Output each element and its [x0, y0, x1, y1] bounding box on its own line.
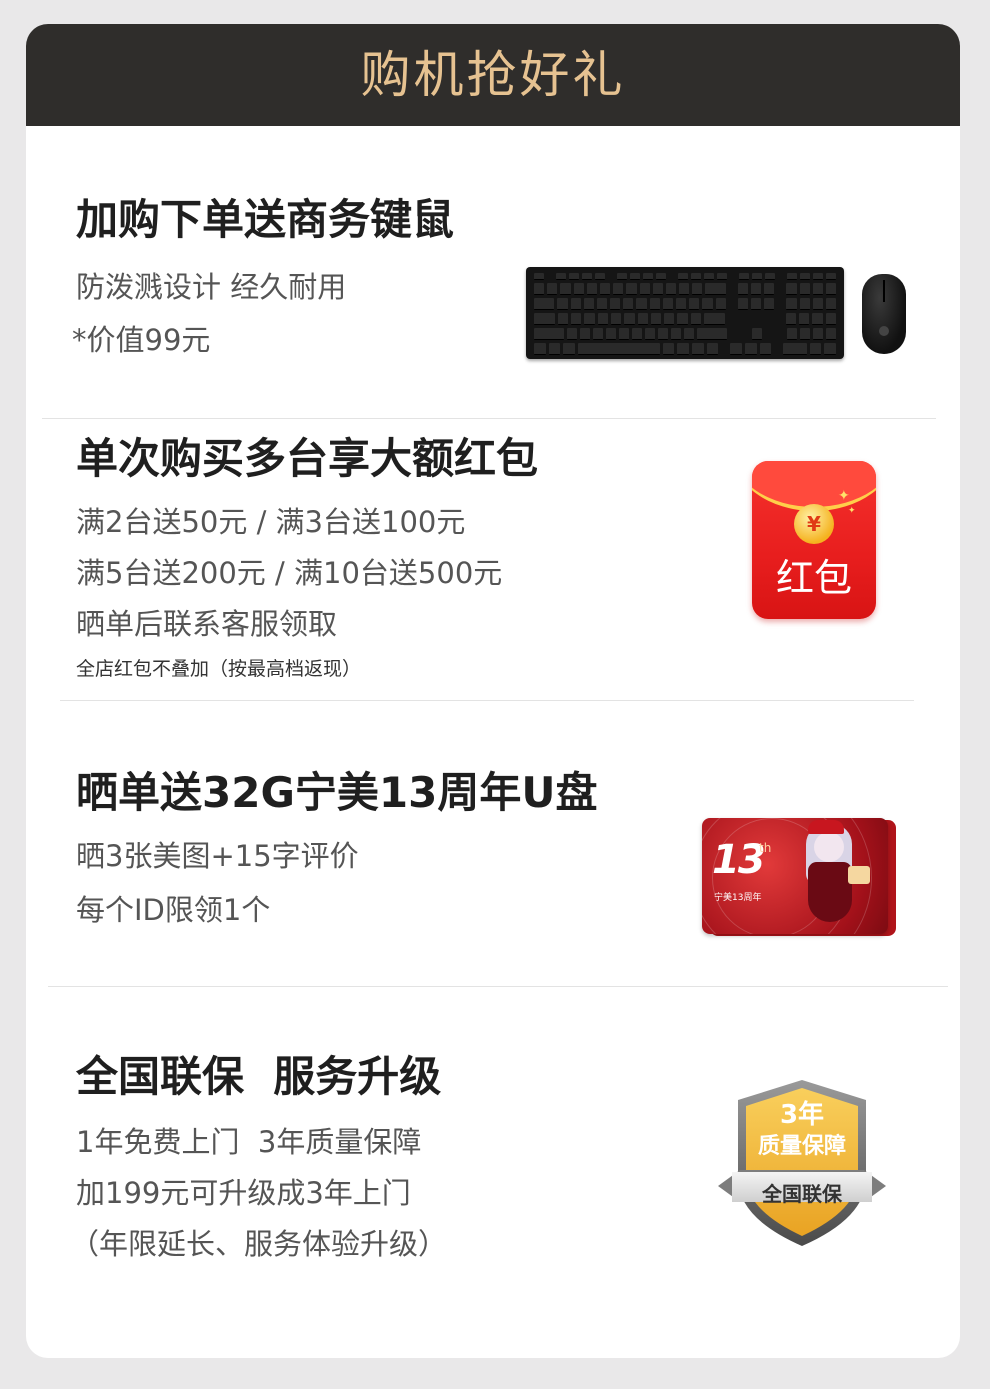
section-line: 1年免费上门 3年质量保障	[76, 1125, 422, 1159]
section-line: *价值99元	[72, 323, 211, 357]
section-title: 加购下单送商务键鼠	[76, 195, 455, 244]
badge-quality: 质量保障	[757, 1134, 846, 1159]
section-line: 加199元可升级成3年上门	[76, 1176, 411, 1210]
header-bar: 购机抢好礼	[26, 24, 960, 126]
section-title: 单次购买多台享大额红包	[76, 434, 539, 483]
keyboard-image	[526, 267, 844, 359]
usb-card-label: 宁美13周年	[714, 893, 762, 903]
divider	[42, 418, 936, 419]
usb-anniversary-number: 13	[712, 837, 766, 883]
usb-anniversary-suffix: th	[759, 841, 772, 855]
section-line: 每个ID限领1个	[76, 893, 271, 927]
section-line: 满5台送200元 / 满10台送500元	[76, 556, 503, 590]
section-line: （年限延长、服务体验升级）	[70, 1227, 448, 1261]
gift-card: 购机抢好礼 加购下单送商务键鼠 防泼溅设计 经久耐用 *价值99元 单次购买多台…	[26, 24, 960, 1358]
section-title: 晒单送32G宁美13周年U盘	[76, 768, 598, 817]
usb-card-image: 13 th 宁美13周年	[702, 818, 888, 934]
section-title: 全国联保 服务升级	[76, 1052, 442, 1101]
red-envelope-label: 红包	[775, 556, 852, 600]
section-line: 晒单后联系客服领取	[76, 607, 338, 641]
section-line: 防泼溅设计 经久耐用	[76, 270, 347, 304]
page-title: 购机抢好礼	[360, 46, 626, 104]
section-line: 满2台送50元 / 满3台送100元	[76, 505, 466, 539]
warranty-shield-icon: 3年 质量保障 全国联保	[716, 1078, 888, 1248]
badge-national: 全国联保	[762, 1182, 842, 1206]
divider	[48, 986, 948, 987]
badge-year: 3年	[779, 1100, 825, 1130]
yuan-coin-icon: ¥	[794, 504, 834, 544]
red-envelope-icon: ¥ ✦ ✦ 红包	[752, 461, 876, 619]
divider	[60, 700, 914, 701]
mouse-image	[862, 274, 906, 354]
section-note: 全店红包不叠加（按最高档返现）	[76, 658, 362, 680]
section-line: 晒3张美图+15字评价	[76, 839, 359, 873]
